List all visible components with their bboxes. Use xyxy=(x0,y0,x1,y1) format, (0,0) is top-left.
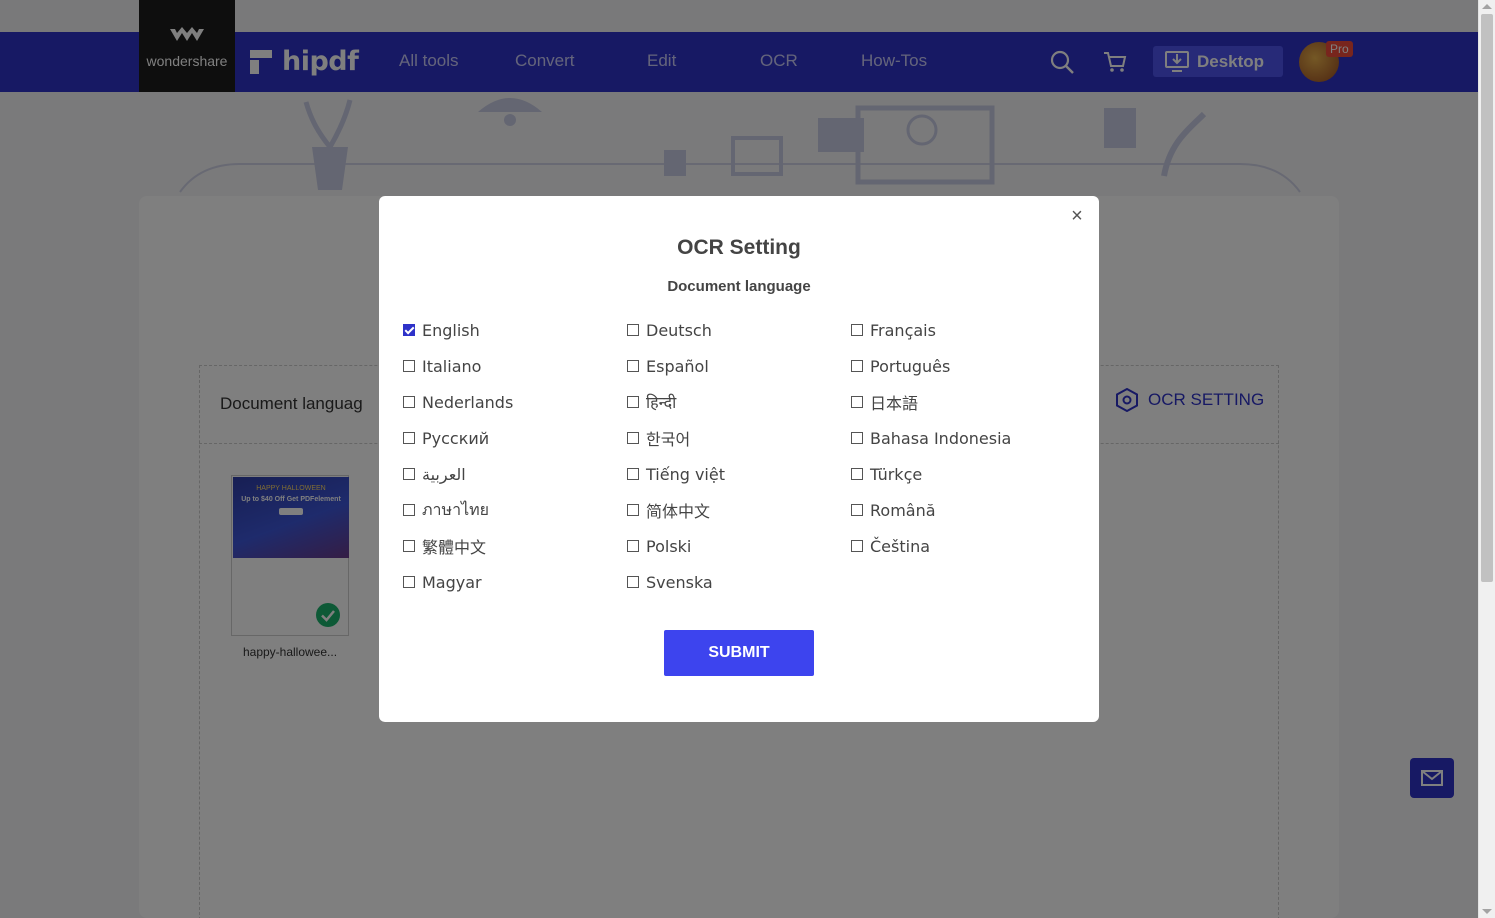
language-label: Čeština xyxy=(870,536,931,556)
language-option[interactable]: Čeština xyxy=(851,534,1075,558)
language-option[interactable]: 简体中文 xyxy=(627,498,851,522)
language-label: Português xyxy=(870,356,951,376)
language-option[interactable]: Türkçe xyxy=(851,462,1075,486)
language-checkbox[interactable] xyxy=(851,432,863,444)
language-checkbox[interactable] xyxy=(403,576,415,588)
language-option[interactable]: Svenska xyxy=(627,570,851,594)
scrollbar-thumb[interactable] xyxy=(1481,14,1493,582)
ocr-setting-modal: × OCR Setting Document language English D… xyxy=(379,196,1099,722)
language-option[interactable]: Bahasa Indonesia xyxy=(851,426,1075,450)
language-checkbox[interactable] xyxy=(627,504,639,516)
language-option[interactable]: Français xyxy=(851,318,1075,342)
language-option[interactable]: ภาษาไทย xyxy=(403,498,627,522)
language-options-grid: English Deutsch Français Italiano Español Por… xyxy=(403,318,1083,606)
submit-button[interactable]: SUBMIT xyxy=(664,630,814,676)
language-option[interactable]: العربية xyxy=(403,462,627,486)
language-checkbox[interactable] xyxy=(403,396,415,408)
language-option[interactable]: English xyxy=(403,318,627,342)
language-option[interactable]: 繁體中文 xyxy=(403,534,627,558)
language-label: English xyxy=(422,320,480,340)
language-checkbox[interactable] xyxy=(403,360,415,372)
language-label: Română xyxy=(870,500,936,520)
language-checkbox[interactable] xyxy=(627,576,639,588)
language-option[interactable]: Nederlands xyxy=(403,390,627,414)
language-checkbox[interactable] xyxy=(403,468,415,480)
language-checkbox[interactable] xyxy=(403,324,415,336)
language-checkbox[interactable] xyxy=(403,540,415,552)
modal-subtitle: Document language xyxy=(667,278,811,295)
language-checkbox[interactable] xyxy=(851,504,863,516)
language-label: Polski xyxy=(646,536,692,556)
language-checkbox[interactable] xyxy=(627,324,639,336)
language-option[interactable]: Español xyxy=(627,354,851,378)
language-label: 简体中文 xyxy=(646,502,711,521)
language-checkbox[interactable] xyxy=(627,360,639,372)
language-label: Français xyxy=(870,320,936,340)
language-checkbox[interactable] xyxy=(403,504,415,516)
language-label: Русский xyxy=(422,428,490,448)
language-option[interactable]: Română xyxy=(851,498,1075,522)
language-checkbox[interactable] xyxy=(851,360,863,372)
language-label: Türkçe xyxy=(870,464,923,484)
language-option[interactable]: Русский xyxy=(403,426,627,450)
language-checkbox[interactable] xyxy=(627,432,639,444)
close-icon[interactable]: × xyxy=(1067,206,1087,226)
language-option[interactable]: Magyar xyxy=(403,570,627,594)
scroll-down-arrow-icon[interactable] xyxy=(1482,909,1492,914)
language-label: 繁體中文 xyxy=(422,538,487,557)
language-checkbox[interactable] xyxy=(627,540,639,552)
scroll-up-arrow-icon[interactable] xyxy=(1482,4,1492,9)
language-label: Magyar xyxy=(422,572,482,592)
language-option[interactable]: Deutsch xyxy=(627,318,851,342)
language-label: Deutsch xyxy=(646,320,712,340)
language-checkbox[interactable] xyxy=(403,432,415,444)
language-label: Nederlands xyxy=(422,392,514,412)
language-checkbox[interactable] xyxy=(851,324,863,336)
language-checkbox[interactable] xyxy=(627,468,639,480)
language-option[interactable]: Italiano xyxy=(403,354,627,378)
language-checkbox[interactable] xyxy=(627,396,639,408)
language-option[interactable]: Português xyxy=(851,354,1075,378)
language-option[interactable]: 日本語 xyxy=(851,390,1075,414)
language-option[interactable]: Tiếng việt xyxy=(627,462,851,486)
language-option[interactable]: Polski xyxy=(627,534,851,558)
language-label: ภาษาไทย xyxy=(422,499,490,519)
language-label: العربية xyxy=(422,464,466,484)
language-label: Tiếng việt xyxy=(646,464,725,484)
language-label: 한국어 xyxy=(646,430,691,449)
language-label: 日本語 xyxy=(870,394,919,413)
language-checkbox[interactable] xyxy=(851,468,863,480)
modal-title: OCR Setting xyxy=(677,236,801,259)
language-option[interactable]: हिन्दी xyxy=(627,390,851,414)
language-option[interactable]: 한국어 xyxy=(627,426,851,450)
language-checkbox[interactable] xyxy=(851,396,863,408)
language-label: Svenska xyxy=(646,572,713,592)
language-label: हिन्दी xyxy=(646,393,677,412)
language-checkbox[interactable] xyxy=(851,540,863,552)
language-label: Español xyxy=(646,356,709,376)
page-scrollbar[interactable] xyxy=(1478,0,1495,918)
language-label: Italiano xyxy=(422,356,482,376)
language-label: Bahasa Indonesia xyxy=(870,428,1012,448)
